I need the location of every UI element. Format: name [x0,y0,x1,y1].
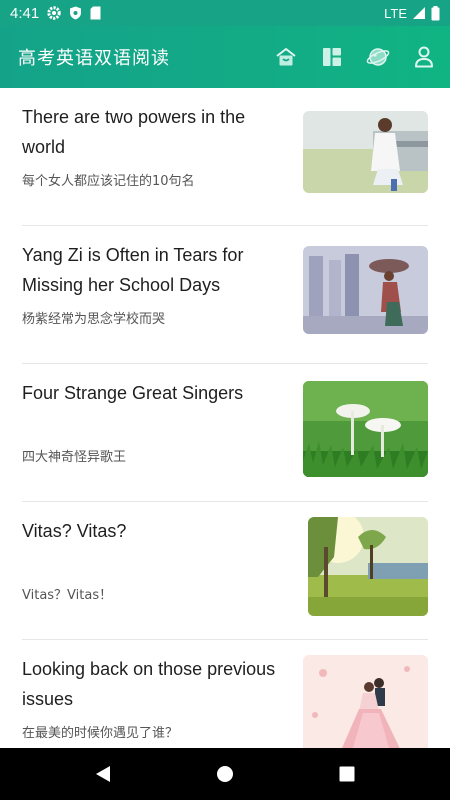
woman-sitting-on-bench-photo [303,111,428,193]
article-title: Looking back on those previous issues [22,659,276,709]
article-list: There are two powers in the world 每个女人都应… [0,88,450,748]
article-title: Four Strange Great Singers [22,383,244,403]
wedding-couple-illustration [303,655,428,748]
home-circle-icon[interactable] [214,763,236,785]
article-subtitle: 杨紫经常为思念学校而哭 [22,312,166,327]
article-item[interactable]: Four Strange Great Singers 四大神奇怪异歌王 [0,364,450,502]
app-actions [274,45,436,69]
article-title: There are two powers in the world [22,107,246,157]
app-bar: 高考英语双语阅读 [0,26,450,88]
system-nav-bar [0,748,450,800]
article-item[interactable]: Vitas? Vitas? Vitas？Vitas！ [0,502,450,640]
article-subtitle: 每个女人都应该记住的10句名 [22,174,195,189]
article-subtitle: Vitas？Vitas！ [22,588,113,603]
user-icon[interactable] [412,45,436,69]
girl-in-rain-photo [303,246,428,334]
article-title: Yang Zi is Often in Tears for Missing he… [22,245,244,295]
white-mushrooms-in-grass-photo [303,381,428,477]
article-subtitle: 四大神奇怪异歌王 [22,450,127,465]
article-title: Vitas? Vitas? [22,521,127,541]
shield-icon [69,6,82,20]
article-item[interactable]: There are two powers in the world 每个女人都应… [0,88,450,226]
signal-icon [412,6,426,20]
planet-icon[interactable] [366,45,390,69]
article-subtitle: 在最美的时候你遇见了谁？ [22,726,179,741]
article-item[interactable]: Yang Zi is Often in Tears for Missing he… [0,226,450,364]
battery-icon [431,5,440,21]
back-icon[interactable] [92,763,114,785]
gear-icon [47,6,61,20]
network-type: LTE [384,5,407,21]
status-bar: 4:41 LTE [0,0,450,26]
dashboard-icon[interactable] [320,45,344,69]
home-icon[interactable] [274,45,298,69]
sd-card-icon [90,6,101,20]
article-item[interactable]: Looking back on those previous issues 在最… [0,640,450,748]
sunlit-trees-landscape-photo [308,517,428,616]
status-time: 4:41 [10,4,40,22]
app-title: 高考英语双语阅读 [18,48,170,69]
recents-square-icon[interactable] [336,763,358,785]
